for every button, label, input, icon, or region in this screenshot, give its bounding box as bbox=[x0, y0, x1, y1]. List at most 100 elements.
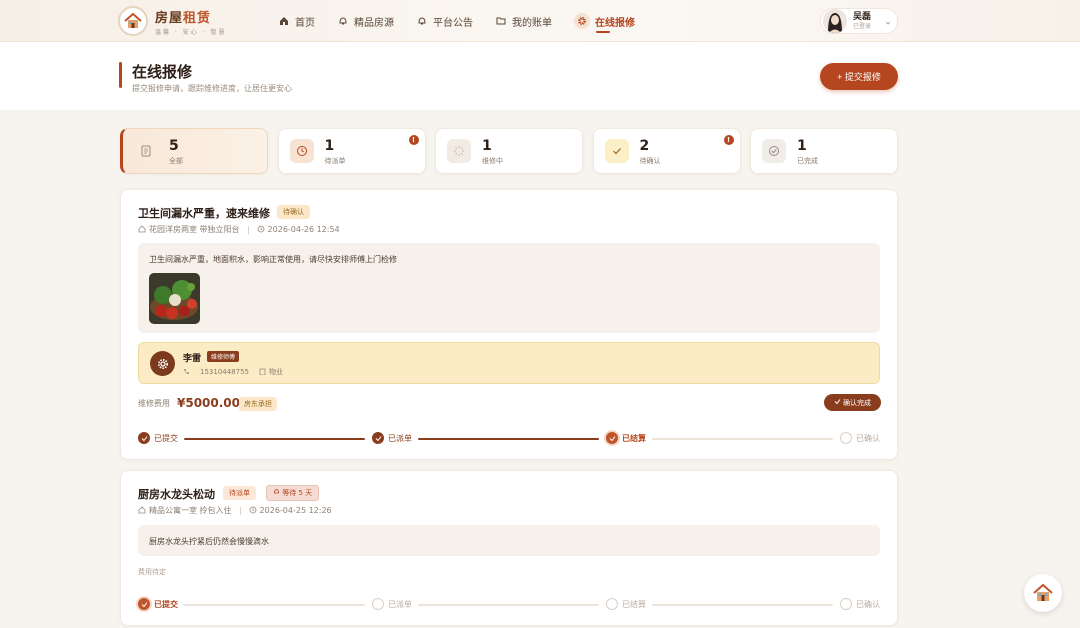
step-settled: 已结算 bbox=[606, 432, 646, 444]
worker-role-badge: 维修师傅 bbox=[207, 351, 240, 362]
stat-in-repair[interactable]: 1 维修中 bbox=[435, 128, 583, 174]
clock-icon bbox=[257, 225, 265, 235]
attachment-photo[interactable] bbox=[149, 273, 200, 324]
building-icon bbox=[259, 368, 266, 377]
repair-order-card[interactable]: 厨房水龙头松动 待派单 等待 5 天 精品公寓一室 拎包入住 2026-04-2… bbox=[120, 470, 898, 626]
logo[interactable]: 房屋租赁 温馨 · 安心 · 智慧 bbox=[118, 6, 226, 36]
confirm-complete-button[interactable]: 确认完成 bbox=[824, 394, 881, 411]
description-box: 厨房水龙头拧紧后仍然会慢慢滴水 bbox=[138, 525, 880, 556]
stat-label: 维修中 bbox=[482, 157, 503, 165]
check-icon bbox=[138, 598, 150, 610]
order-meta: 花园洋房两室 带独立阳台 2026-04-26 12:54 bbox=[138, 224, 340, 235]
alert-badge: ! bbox=[723, 135, 734, 145]
stat-completed[interactable]: 1 已完成 bbox=[750, 128, 898, 174]
logo-subtitle: 温馨 · 安心 · 智慧 bbox=[155, 28, 227, 36]
submit-repair-button[interactable]: + 提交报修 bbox=[820, 63, 898, 90]
bell-icon bbox=[273, 489, 282, 497]
nav-label: 我的账单 bbox=[512, 17, 552, 29]
order-meta: 精品公寓一室 拎包入住 2026-04-25 12:26 bbox=[138, 505, 332, 516]
nav-label: 精品房源 bbox=[354, 17, 394, 29]
status-filter-tabs: 5 全部 1 待派单 ! 1 维修中 2 待确认 ! 1 已完成 bbox=[120, 128, 898, 174]
house-logo-icon bbox=[118, 6, 148, 36]
stat-count: 2 bbox=[639, 138, 650, 154]
title-accent-bar bbox=[119, 62, 122, 88]
bell-outline-icon bbox=[337, 15, 349, 27]
floating-assistant-button[interactable] bbox=[1024, 574, 1062, 612]
document-icon bbox=[134, 139, 158, 163]
stat-label: 全部 bbox=[169, 157, 183, 165]
step-confirmed: 已确认 bbox=[840, 432, 880, 444]
order-title: 厨房水龙头松动 bbox=[138, 488, 215, 501]
avatar bbox=[823, 9, 847, 33]
logo-title: 房屋租赁 bbox=[155, 10, 212, 26]
step-confirmed: 已确认 bbox=[840, 598, 880, 610]
house-logo-icon bbox=[1033, 583, 1053, 601]
check-icon bbox=[372, 432, 384, 444]
waiting-badge: 等待 5 天 bbox=[266, 485, 320, 501]
stat-count: 1 bbox=[324, 138, 335, 154]
assigned-worker-panel: 李雷 维修师傅 15310448755 物业 bbox=[138, 342, 880, 384]
step-submitted: 已提交 bbox=[138, 432, 178, 444]
fee-amount: ¥5000.00 bbox=[177, 396, 241, 410]
worker-phone[interactable]: 15310448755 bbox=[200, 368, 249, 376]
repair-order-card[interactable]: 卫生间漏水严重，速来维修 待确认 花园洋房两室 带独立阳台 2026-04-26… bbox=[120, 189, 898, 460]
progress-line bbox=[652, 438, 833, 440]
nav-announcements[interactable]: 平台公告 bbox=[416, 0, 473, 42]
house-icon bbox=[138, 224, 146, 235]
check-icon bbox=[604, 139, 629, 163]
worker-gear-icon bbox=[150, 351, 175, 376]
stat-all[interactable]: 5 全部 bbox=[120, 128, 268, 174]
chevron-down-icon bbox=[885, 18, 891, 29]
page-title: 在线报修 bbox=[132, 63, 193, 81]
worker-name: 李雷 bbox=[183, 354, 202, 364]
progress-tracker: 已提交 已派单 已结算 已确认 bbox=[138, 598, 880, 612]
user-name: 吴磊 bbox=[853, 11, 872, 22]
phone-icon bbox=[183, 368, 190, 377]
stat-label: 待确认 bbox=[639, 157, 661, 165]
nav-label: 平台公告 bbox=[433, 17, 473, 29]
nav-repair[interactable]: 在线报修 bbox=[574, 0, 635, 42]
check-icon bbox=[606, 432, 618, 444]
nav-label: 在线报修 bbox=[595, 17, 635, 29]
clock-icon bbox=[289, 139, 314, 163]
status-badge: 待派单 bbox=[223, 486, 256, 500]
description-text: 卫生间漏水严重，地面积水，影响正常使用，请尽快安排师傅上门检修 bbox=[149, 255, 397, 264]
progress-line bbox=[652, 604, 833, 606]
status-badge: 待确认 bbox=[277, 205, 310, 219]
clock-icon bbox=[249, 506, 257, 516]
stat-pending-confirm[interactable]: 2 待确认 ! bbox=[592, 128, 741, 174]
stat-pending-dispatch[interactable]: 1 待派单 ! bbox=[277, 128, 426, 174]
alert-badge: ! bbox=[408, 135, 419, 145]
check-circle-icon bbox=[762, 139, 786, 163]
progress-line bbox=[184, 438, 365, 440]
stat-count: 1 bbox=[482, 138, 492, 154]
nav-listings[interactable]: 精品房源 bbox=[337, 0, 394, 42]
order-time: 2026-04-25 12:26 bbox=[259, 506, 332, 515]
stat-label: 已完成 bbox=[797, 157, 818, 165]
progress-tracker: 已提交 已派单 已结算 已确认 bbox=[138, 432, 880, 446]
page-subtitle: 提交报修申请，跟踪维修进度，让居住更安心 bbox=[132, 84, 292, 93]
progress-line bbox=[184, 604, 365, 606]
description-box: 卫生间漏水严重，地面积水，影响正常使用，请尽快安排师傅上门检修 bbox=[138, 243, 880, 333]
step-dispatched: 已派单 bbox=[372, 598, 412, 610]
nav-home[interactable]: 首页 bbox=[278, 0, 315, 42]
property-name: 精品公寓一室 拎包入住 bbox=[149, 506, 232, 515]
step-submitted: 已提交 bbox=[138, 598, 178, 610]
order-time: 2026-04-26 12:54 bbox=[267, 225, 340, 234]
stat-label: 待派单 bbox=[324, 157, 346, 165]
gear-icon bbox=[574, 13, 590, 29]
description-text: 厨房水龙头拧紧后仍然会慢慢滴水 bbox=[149, 537, 269, 546]
user-menu[interactable]: 吴磊 已登录 bbox=[820, 8, 898, 34]
page-header: 在线报修 提交报修申请，跟踪维修进度，让居住更安心 + 提交报修 bbox=[0, 42, 1080, 110]
home-icon bbox=[278, 15, 290, 27]
stat-count: 5 bbox=[169, 138, 179, 154]
check-icon bbox=[834, 398, 841, 407]
house-icon bbox=[138, 505, 146, 516]
fee-payer-badge: 房东承担 bbox=[239, 397, 277, 411]
order-title: 卫生间漏水严重，速来维修 bbox=[138, 207, 270, 220]
fee-label: 费用待定 bbox=[138, 568, 166, 576]
worker-dept: 物业 bbox=[269, 368, 283, 376]
nav-bills[interactable]: 我的账单 bbox=[495, 0, 552, 42]
progress-line bbox=[418, 604, 599, 606]
property-name: 花园洋房两室 带独立阳台 bbox=[149, 225, 240, 234]
